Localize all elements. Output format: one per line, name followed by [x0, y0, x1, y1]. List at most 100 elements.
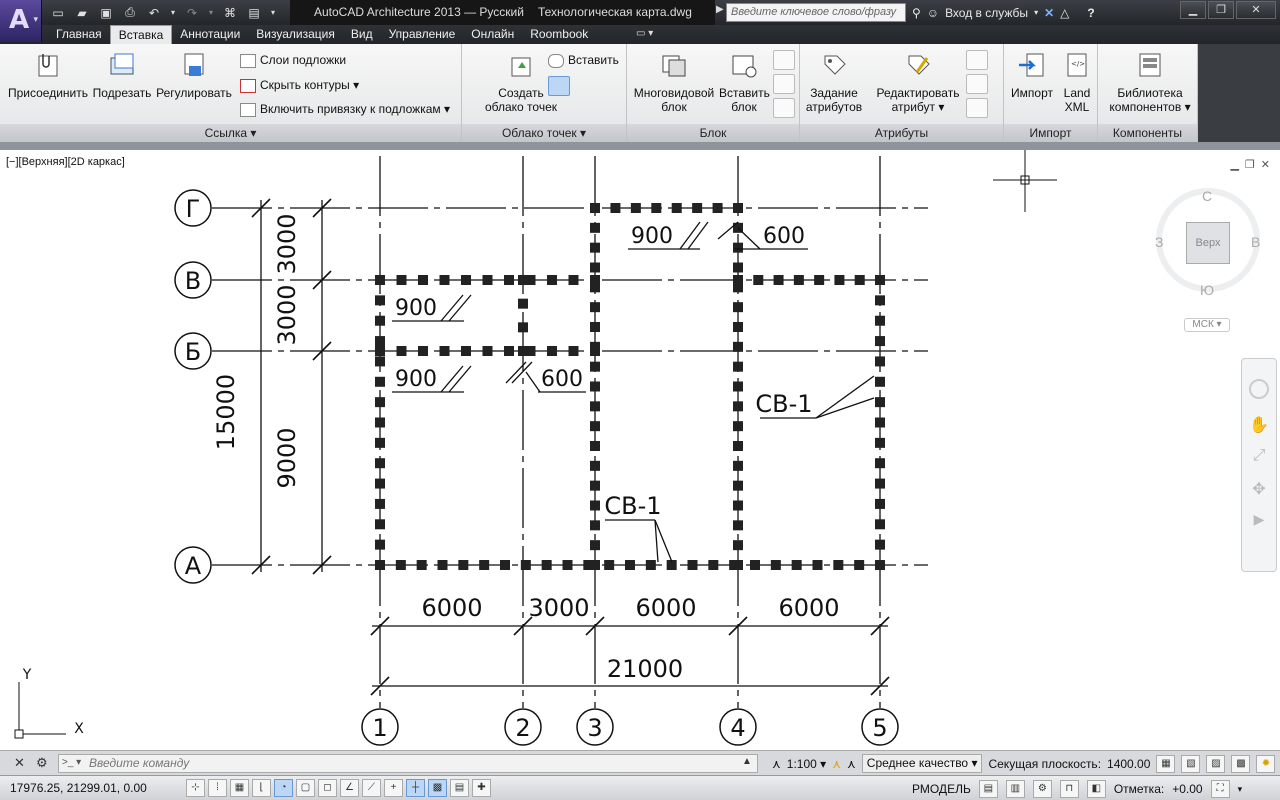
undo-icon[interactable]: ↶: [144, 4, 164, 22]
annotation-autoscale-icon[interactable]: ⋏: [847, 757, 856, 771]
drawing-restore-icon[interactable]: ❐: [1245, 158, 1255, 171]
annotation-scale-icon[interactable]: ⋏: [772, 757, 781, 771]
lineweight-icon[interactable]: ┼: [406, 779, 425, 797]
block-editor-icon[interactable]: [773, 50, 795, 70]
define-attributes-button[interactable]: Задание атрибутов: [802, 50, 866, 114]
clip-button[interactable]: Подрезать: [92, 50, 152, 100]
cmd-history-icon[interactable]: ▲: [742, 756, 752, 767]
isolate-icon[interactable]: ◧: [1086, 780, 1106, 798]
multiview-block-button[interactable]: Многовидовой блок: [631, 50, 717, 114]
attr-display-icon[interactable]: [966, 98, 988, 118]
print-icon[interactable]: ⎙: [120, 4, 140, 22]
otrack-icon[interactable]: ∠: [340, 779, 359, 797]
elevation-value[interactable]: +0.00: [1172, 782, 1202, 796]
attach-button[interactable]: Присоединить: [6, 50, 90, 100]
cmd-close-icon[interactable]: ✕: [14, 755, 25, 771]
cursor-coordinates[interactable]: 17976.25, 21299.01, 0.00: [10, 781, 147, 795]
viewcube-north[interactable]: С: [1202, 188, 1212, 204]
edit-attribute-button[interactable]: Редактировать атрибут ▾: [872, 50, 964, 114]
signin-link[interactable]: Вход в службы: [945, 6, 1028, 20]
workspace-icon[interactable]: ⌘: [220, 4, 240, 22]
bulb-icon[interactable]: ✹: [1256, 754, 1276, 773]
layout-icon[interactable]: ▤: [978, 780, 998, 798]
panel-label-pointcloud[interactable]: Облако точек ▾: [462, 124, 626, 142]
minimize-button[interactable]: ▁: [1180, 1, 1206, 19]
annotation-scale[interactable]: 1:100 ▾: [787, 757, 826, 771]
3dosnap-icon[interactable]: ◻: [318, 779, 337, 797]
underlay-layers-button[interactable]: Слои подложки: [240, 50, 346, 70]
tab-1[interactable]: Вставка: [109, 25, 173, 44]
redo-icon[interactable]: ↷: [182, 4, 202, 22]
search-input[interactable]: Введите ключевое слово/фразу: [726, 3, 906, 22]
tab-3[interactable]: Визуализация: [248, 25, 343, 44]
open-file-icon[interactable]: ▰: [72, 4, 92, 22]
tab-5[interactable]: Управление: [381, 25, 464, 44]
command-input[interactable]: Введите команду: [58, 754, 758, 773]
tab-4[interactable]: Вид: [343, 25, 381, 44]
attr-sync-icon[interactable]: [966, 74, 988, 94]
attr-manager-icon[interactable]: [966, 50, 988, 70]
pointcloud-refresh-icon[interactable]: [548, 76, 570, 96]
block-create-icon[interactable]: [773, 74, 795, 94]
block-base-icon[interactable]: [773, 98, 795, 118]
autodesk360-icon[interactable]: △: [1060, 6, 1069, 20]
panel-label-attributes[interactable]: Атрибуты: [800, 124, 1003, 142]
insert-pointcloud-button[interactable]: Вставить: [548, 50, 619, 70]
adjust-button[interactable]: Регулировать: [154, 50, 234, 100]
snap-mode-icon[interactable]: ⁞: [208, 779, 227, 797]
pan-icon[interactable]: ✋: [1249, 415, 1269, 435]
orbit-icon[interactable]: ✥: [1249, 479, 1269, 499]
ortho-icon[interactable]: ⌊: [252, 779, 271, 797]
hide-frames-button[interactable]: Скрыть контуры ▾: [240, 75, 359, 95]
tab-0[interactable]: Главная: [48, 25, 110, 44]
panel-label-block[interactable]: Блок: [627, 124, 799, 142]
osnap-icon[interactable]: ▢: [296, 779, 315, 797]
display-quality-select[interactable]: Среднее качество ▾: [861, 754, 983, 773]
steering-wheel-icon[interactable]: [1249, 379, 1269, 399]
ribbon-minimize-icon[interactable]: ▭ ▾: [636, 28, 653, 39]
dyn-icon[interactable]: +: [384, 779, 403, 797]
status-menu-icon[interactable]: ▾: [1238, 784, 1243, 795]
insert-block-button[interactable]: Вставить блок: [719, 50, 770, 114]
redo-dropdown-icon[interactable]: ▾: [206, 4, 216, 22]
save-icon[interactable]: ▣: [96, 4, 116, 22]
new-file-icon[interactable]: ▭: [48, 4, 68, 22]
selection-cycling-icon[interactable]: ✚: [472, 779, 491, 797]
ucs-menu[interactable]: МСК ▾: [1184, 318, 1230, 332]
application-menu-button[interactable]: A ▾: [0, 0, 42, 42]
viewcube-top-face[interactable]: Верх: [1186, 222, 1230, 264]
properties-icon[interactable]: ▤: [244, 4, 264, 22]
drawing-minimize-icon[interactable]: ▁: [1230, 158, 1238, 171]
transparency-icon[interactable]: ▩: [428, 779, 447, 797]
drawing-area[interactable]: Г В Б А 1 2 3 4 5 3000 3000 9000 15000 6000 3000 6000 60…: [0, 150, 1280, 750]
viewcube-south[interactable]: Ю: [1200, 282, 1214, 298]
status-tool-4-icon[interactable]: ▩: [1231, 754, 1251, 773]
panel-label-components[interactable]: Компоненты: [1098, 124, 1197, 142]
status-tool-2-icon[interactable]: ▧: [1181, 754, 1201, 773]
snap-underlays-button[interactable]: Включить привязку к подложкам ▾: [240, 99, 450, 119]
viewport-label[interactable]: [−][Верхняя][2D каркас]: [6, 156, 125, 168]
help-button[interactable]: ?: [1087, 6, 1094, 20]
import-button[interactable]: Импорт: [1008, 50, 1056, 100]
tab-6[interactable]: Онлайн: [463, 25, 522, 44]
layout2-icon[interactable]: ▥: [1005, 780, 1025, 798]
clean-screen-icon[interactable]: ⛶: [1210, 780, 1230, 798]
user-icon[interactable]: ☺: [927, 6, 939, 20]
status-tool-1-icon[interactable]: ▦: [1156, 754, 1176, 773]
annotation-visibility-icon[interactable]: ⋏: [832, 757, 841, 771]
tab-7[interactable]: Roombook: [522, 25, 596, 44]
maximize-button[interactable]: ❐: [1208, 1, 1234, 19]
exchange-icon[interactable]: ✕: [1044, 6, 1054, 20]
panel-label-import[interactable]: Импорт: [1004, 124, 1097, 142]
panel-label-reference[interactable]: Ссылка ▾: [0, 124, 461, 142]
close-button[interactable]: ✕: [1236, 1, 1276, 19]
showmotion-icon[interactable]: ▶: [1249, 511, 1269, 531]
lock-icon[interactable]: ⊓: [1059, 780, 1079, 798]
workspace-gear-icon[interactable]: ⚙: [1032, 780, 1052, 798]
qat-dropdown-icon[interactable]: ▾: [268, 4, 278, 22]
cmd-settings-icon[interactable]: ⚙: [36, 755, 48, 771]
polar-icon[interactable]: ◔: [274, 779, 293, 797]
grid-icon[interactable]: ▦: [230, 779, 249, 797]
tab-2[interactable]: Аннотации: [172, 25, 248, 44]
model-space-toggle[interactable]: РМОДЕЛЬ: [912, 782, 971, 796]
